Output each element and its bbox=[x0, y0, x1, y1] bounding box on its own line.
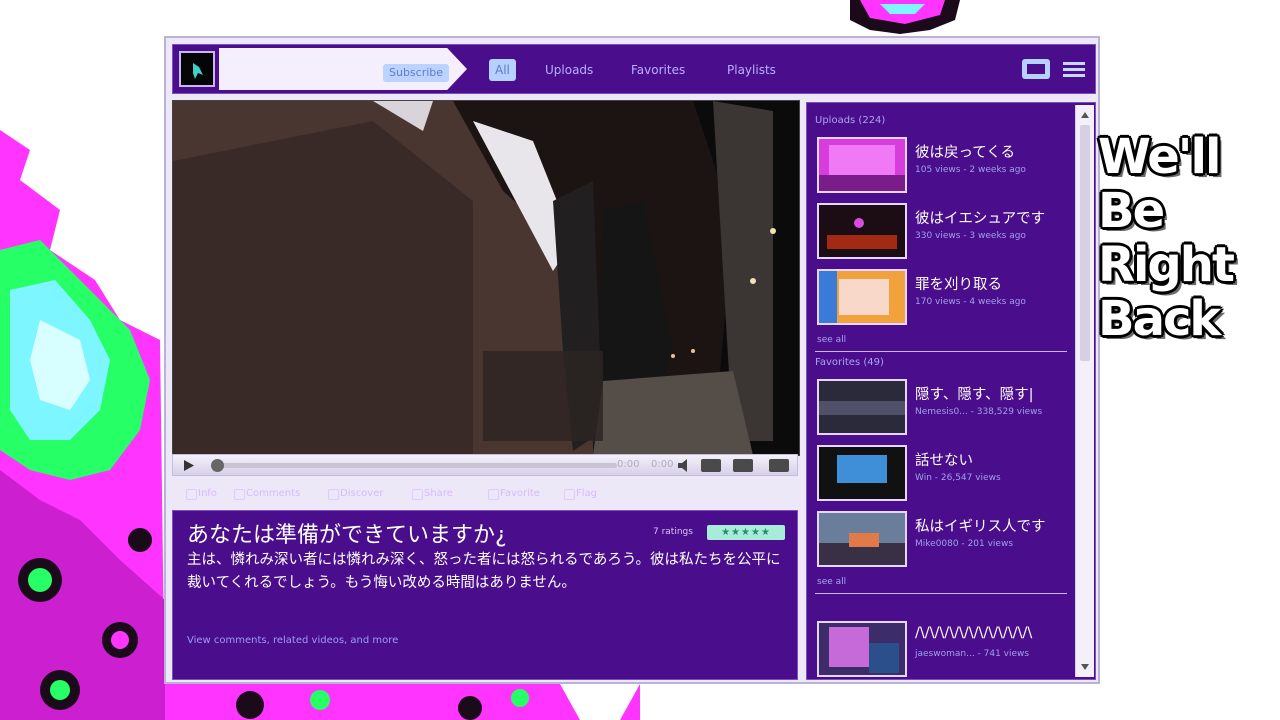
scroll-thumb[interactable] bbox=[1080, 125, 1090, 361]
tab-all[interactable]: All bbox=[489, 59, 516, 81]
upload-title: 彼はイエシュアです bbox=[915, 211, 1046, 227]
video-thumbnail bbox=[817, 621, 907, 677]
fractal-left-art bbox=[0, 0, 165, 720]
channel-header: Subscribe All Uploads Favorites Playlist… bbox=[172, 44, 1096, 94]
action-info[interactable]: Info bbox=[186, 488, 217, 500]
overlay-line-3: Right bbox=[1098, 237, 1235, 293]
fractal-bottom-art bbox=[165, 684, 640, 720]
action-share[interactable]: Share bbox=[412, 488, 453, 500]
quality-icon[interactable] bbox=[701, 459, 721, 472]
tab-uploads[interactable]: Uploads bbox=[545, 59, 593, 81]
overlay-line-1: We'll bbox=[1098, 129, 1221, 185]
extra-title: /\/\/\/\/\/\/\/\/\/\/\/\ bbox=[915, 625, 1033, 641]
channel-avatar[interactable] bbox=[179, 51, 215, 87]
extra-item[interactable]: /\/\/\/\/\/\/\/\/\/\/\/\ jaeswoman... - … bbox=[817, 621, 1073, 679]
action-favorite[interactable]: Favorite bbox=[488, 488, 540, 500]
sidebar-scrollbar[interactable] bbox=[1075, 105, 1094, 677]
favorite-item[interactable]: 話せない Win - 26,547 views bbox=[817, 445, 1073, 503]
video-thumbnail bbox=[817, 445, 907, 501]
video-frame bbox=[173, 101, 799, 455]
scroll-up-icon[interactable] bbox=[1080, 111, 1090, 119]
action-flag[interactable]: Flag bbox=[564, 488, 597, 500]
menu-button[interactable] bbox=[1063, 60, 1085, 82]
favorite-meta: Mike0080 - 201 views bbox=[915, 539, 1014, 549]
tab-favorites[interactable]: Favorites bbox=[631, 59, 685, 81]
scroll-down-icon[interactable] bbox=[1080, 663, 1090, 671]
overlay-line-2: Be bbox=[1098, 183, 1165, 239]
volume-icon[interactable] bbox=[677, 459, 691, 472]
favorite-title: 話せない bbox=[915, 453, 973, 469]
video-thumbnail bbox=[817, 511, 907, 567]
action-discover[interactable]: Discover bbox=[328, 488, 384, 500]
favorites-see-all-link[interactable]: see all bbox=[817, 577, 846, 587]
tab-playlists[interactable]: Playlists bbox=[727, 59, 776, 81]
section-divider bbox=[815, 593, 1067, 594]
fullscreen-icon[interactable] bbox=[769, 459, 789, 472]
upload-title: 罪を刈り取る bbox=[915, 277, 1002, 293]
video-info-panel: あなたは準備ができていますか¿ 7 ratings ★★★★★ 主は、憐れみ深い… bbox=[172, 510, 798, 680]
uploads-see-all-link[interactable]: see all bbox=[817, 335, 846, 345]
grid-view-button[interactable] bbox=[1021, 58, 1051, 84]
video-player[interactable] bbox=[172, 100, 800, 456]
favorite-meta: Nemesis0... - 338,529 views bbox=[915, 407, 1043, 417]
action-comments[interactable]: Comments bbox=[234, 488, 300, 500]
favorite-title: 私はイギリス人です bbox=[915, 519, 1046, 535]
overlay-line-4: Back bbox=[1098, 291, 1221, 347]
seek-bar[interactable] bbox=[211, 459, 617, 472]
view-toggle-icon bbox=[1022, 59, 1050, 79]
favorite-item[interactable]: 私はイギリス人です Mike0080 - 201 views bbox=[817, 511, 1073, 569]
duration-time: 0:00 bbox=[651, 459, 674, 470]
channel-sidebar: Uploads (224) 彼は戻ってくる 105 views - 2 week… bbox=[806, 102, 1096, 680]
upload-meta: 170 views - 4 weeks ago bbox=[915, 297, 1026, 307]
video-thumbnail bbox=[817, 269, 907, 325]
upload-item[interactable]: 彼はイエシュアです 330 views - 3 weeks ago bbox=[817, 203, 1073, 261]
video-title: あなたは準備ができていますか¿ bbox=[187, 523, 507, 548]
section-divider bbox=[815, 351, 1067, 352]
favorite-meta: Win - 26,547 views bbox=[915, 473, 1001, 483]
uploads-section-title: Uploads (224) bbox=[815, 115, 886, 126]
upload-meta: 330 views - 3 weeks ago bbox=[915, 231, 1026, 241]
ratings-count: 7 ratings bbox=[653, 527, 693, 537]
play-icon[interactable] bbox=[183, 459, 195, 472]
favorite-title: 隠す、隠す、隠す| bbox=[915, 387, 1034, 403]
video-thumbnail bbox=[817, 379, 907, 435]
star-rating[interactable]: ★★★★★ bbox=[707, 525, 785, 540]
widescreen-icon[interactable] bbox=[733, 459, 753, 472]
upload-title: 彼は戻ってくる bbox=[915, 145, 1016, 161]
upload-meta: 105 views - 2 weeks ago bbox=[915, 165, 1026, 175]
extra-meta: jaeswoman... - 741 views bbox=[915, 649, 1030, 659]
video-thumbnail bbox=[817, 203, 907, 259]
upload-item[interactable]: 彼は戻ってくる 105 views - 2 weeks ago bbox=[817, 137, 1073, 195]
we-will-be-right-back-overlay: We'll Be Right Back bbox=[1098, 129, 1235, 347]
more-info-link[interactable]: View comments, related videos, and more bbox=[187, 635, 398, 646]
favorites-section-title: Favorites (49) bbox=[815, 357, 884, 368]
player-controls: 0:00 0:00 bbox=[172, 454, 798, 476]
seek-handle[interactable] bbox=[211, 459, 224, 472]
channel-page-window: Subscribe All Uploads Favorites Playlist… bbox=[164, 36, 1100, 684]
video-actions-bar: Info Comments Discover Share Favorite Fl… bbox=[172, 482, 798, 508]
fractal-top-art bbox=[850, 0, 960, 34]
subscribe-button[interactable]: Subscribe bbox=[383, 64, 450, 82]
hamburger-icon bbox=[1063, 62, 1085, 77]
upload-item[interactable]: 罪を刈り取る 170 views - 4 weeks ago bbox=[817, 269, 1073, 327]
avatar-figure-icon bbox=[181, 53, 213, 85]
current-time: 0:00 bbox=[617, 459, 640, 470]
favorite-item[interactable]: 隠す、隠す、隠す| Nemesis0... - 338,529 views bbox=[817, 379, 1073, 437]
video-description: 主は、憐れみ深い者には憐れみ深く、怒った者には怒られるであろう。彼は私たちを公平… bbox=[187, 552, 781, 591]
video-thumbnail bbox=[817, 137, 907, 193]
